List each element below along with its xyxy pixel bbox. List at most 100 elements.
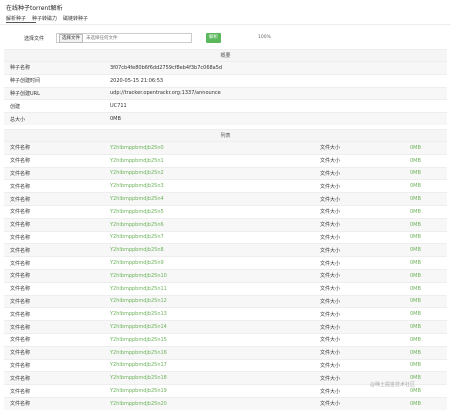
summary-value: 3f07cb4fe80b6f6dd2759cf8eb4f3b7c068a5d — [104, 61, 447, 75]
file-name-label: 文件名称 — [4, 371, 104, 385]
file-name-label: 文件名称 — [4, 153, 104, 168]
file-row: 文件名称 Y2hlbmppbmdjb25n10 文件大小 0MB — [4, 268, 447, 283]
file-size-label: 文件大小 — [314, 307, 404, 321]
summary-row: 种子创建URL udp://tracker.opentrackr.org:133… — [4, 86, 447, 100]
file-row: 文件名称 Y2hlbmppbmdjb25n8 文件大小 0MB — [4, 243, 447, 257]
file-row: 文件名称 Y2hlbmppbmdjb25n9 文件大小 0MB — [4, 256, 447, 270]
file-row: 文件名称 Y2hlbmppbmdjb25n12 文件大小 0MB — [4, 294, 447, 308]
file-size: 0MB — [404, 141, 447, 155]
file-name: Y2hlbmppbmdjb25n11 — [104, 281, 314, 296]
file-size: 0MB — [404, 217, 447, 232]
file-size: 0MB — [404, 192, 447, 206]
file-name-label: 文件名称 — [4, 268, 104, 283]
file-size-label: 文件大小 — [314, 332, 404, 347]
page-title: 在线种子torrent解析 — [6, 5, 63, 12]
tab-magnet-to-torrent[interactable]: 磁链转种子 — [63, 15, 88, 22]
file-row: 文件名称 Y2hlbmppbmdjb25n6 文件大小 0MB — [4, 217, 447, 232]
file-row: 文件名称 Y2hlbmppbmdjb25n2 文件大小 0MB — [4, 166, 447, 180]
file-input[interactable]: 选择文件 未选择任何文件 — [56, 33, 192, 43]
file-size: 0MB — [404, 281, 447, 296]
file-row: 文件名称 Y2hlbmppbmdjb25n14 文件大小 0MB — [4, 320, 447, 334]
file-name-label: 文件名称 — [4, 384, 104, 398]
file-name: Y2hlbmppbmdjb25n3 — [104, 179, 314, 193]
file-row: 文件名称 Y2hlbmppbmdjb25n7 文件大小 0MB — [4, 230, 447, 244]
active-tab-indicator — [6, 22, 36, 23]
file-size-label: 文件大小 — [314, 396, 404, 410]
file-row: 文件名称 Y2hlbmppbmdjb25n15 文件大小 0MB — [4, 332, 447, 347]
file-row: 文件名称 Y2hlbmppbmdjb25n11 文件大小 0MB — [4, 281, 447, 296]
file-name: Y2hlbmppbmdjb25n15 — [104, 332, 314, 347]
file-name: Y2hlbmppbmdjb25n16 — [104, 345, 314, 360]
summary-label: 创建 — [4, 99, 104, 113]
file-size: 0MB — [404, 320, 447, 334]
file-name-label: 文件名称 — [4, 141, 104, 155]
file-name-label: 文件名称 — [4, 192, 104, 206]
file-name-label: 文件名称 — [4, 179, 104, 193]
file-size-label: 文件大小 — [314, 153, 404, 168]
file-name-label: 文件名称 — [4, 320, 104, 334]
file-size: 0MB — [404, 268, 447, 283]
file-name-label: 文件名称 — [4, 204, 104, 219]
summary-row: 创建 UC711 — [4, 99, 447, 113]
summary-label: 种子创建URL — [4, 86, 104, 100]
file-size-label: 文件大小 — [314, 179, 404, 193]
summary-table: 概要 种子名称 3f07cb4fe80b6f6dd2759cf8eb4f3b7c… — [4, 49, 447, 125]
file-name: Y2hlbmppbmdjb25n4 — [104, 192, 314, 206]
file-size-label: 文件大小 — [314, 358, 404, 372]
file-row: 文件名称 Y2hlbmppbmdjb25n13 文件大小 0MB — [4, 307, 447, 321]
file-size: 0MB — [404, 256, 447, 270]
file-name: Y2hlbmppbmdjb25n13 — [104, 307, 314, 321]
file-size-label: 文件大小 — [314, 268, 404, 283]
file-name-label: 文件名称 — [4, 332, 104, 347]
file-name: Y2hlbmppbmdjb25n1 — [104, 153, 314, 168]
file-size: 0MB — [404, 153, 447, 168]
file-size-label: 文件大小 — [314, 166, 404, 180]
file-name: Y2hlbmppbmdjb25n0 — [104, 141, 314, 155]
file-name: Y2hlbmppbmdjb25n2 — [104, 166, 314, 180]
file-name-label: 文件名称 — [4, 294, 104, 308]
file-name-label: 文件名称 — [4, 396, 104, 410]
file-size: 0MB — [404, 396, 447, 410]
file-size-label: 文件大小 — [314, 256, 404, 270]
file-row: 文件名称 Y2hlbmppbmdjb25n1 文件大小 0MB — [4, 153, 447, 168]
file-row: 文件名称 Y2hlbmppbmdjb25n0 文件大小 0MB — [4, 141, 447, 155]
choose-file-button[interactable]: 选择文件 — [59, 33, 83, 43]
file-name: Y2hlbmppbmdjb25n6 — [104, 217, 314, 232]
file-size: 0MB — [404, 358, 447, 372]
file-size-label: 文件大小 — [314, 204, 404, 219]
file-name-text: 未选择任何文件 — [86, 36, 118, 41]
tab-parse-torrent[interactable]: 解析种子 — [6, 15, 26, 22]
summary-value: 2020-05-15 21:06:53 — [104, 73, 447, 88]
file-size-label: 文件大小 — [314, 345, 404, 360]
summary-label: 种子创建时间 — [4, 73, 104, 88]
header-divider — [0, 24, 451, 25]
file-size: 0MB — [404, 204, 447, 219]
progress-text: 100% — [258, 35, 271, 40]
file-size: 0MB — [404, 332, 447, 347]
file-size: 0MB — [404, 307, 447, 321]
files-header: 列表 — [4, 129, 447, 142]
file-size-label: 文件大小 — [314, 281, 404, 296]
file-size-label: 文件大小 — [314, 320, 404, 334]
file-name: Y2hlbmppbmdjb25n5 — [104, 204, 314, 219]
file-name: Y2hlbmppbmdjb25n7 — [104, 230, 314, 244]
parse-button[interactable]: 解析 — [206, 33, 221, 43]
file-size-label: 文件大小 — [314, 294, 404, 308]
file-name-label: 文件名称 — [4, 345, 104, 360]
tab-torrent-to-magnet[interactable]: 种子转磁力 — [32, 15, 57, 22]
file-name: Y2hlbmppbmdjb25n10 — [104, 268, 314, 283]
file-name-label: 文件名称 — [4, 230, 104, 244]
file-name-label: 文件名称 — [4, 166, 104, 180]
file-name: Y2hlbmppbmdjb25n9 — [104, 256, 314, 270]
summary-value: UC711 — [104, 99, 447, 113]
file-name: Y2hlbmppbmdjb25n18 — [104, 371, 314, 385]
file-name: Y2hlbmppbmdjb25n20 — [104, 396, 314, 410]
watermark: @稀土掘金技术社区 — [370, 382, 416, 388]
file-size-label: 文件大小 — [314, 230, 404, 244]
file-name: Y2hlbmppbmdjb25n12 — [104, 294, 314, 308]
file-name: Y2hlbmppbmdjb25n8 — [104, 243, 314, 257]
summary-row: 种子创建时间 2020-05-15 21:06:53 — [4, 73, 447, 88]
file-size: 0MB — [404, 166, 447, 180]
file-name-label: 文件名称 — [4, 281, 104, 296]
tab-bar: 解析种子 种子转磁力 磁链转种子 — [6, 15, 88, 22]
